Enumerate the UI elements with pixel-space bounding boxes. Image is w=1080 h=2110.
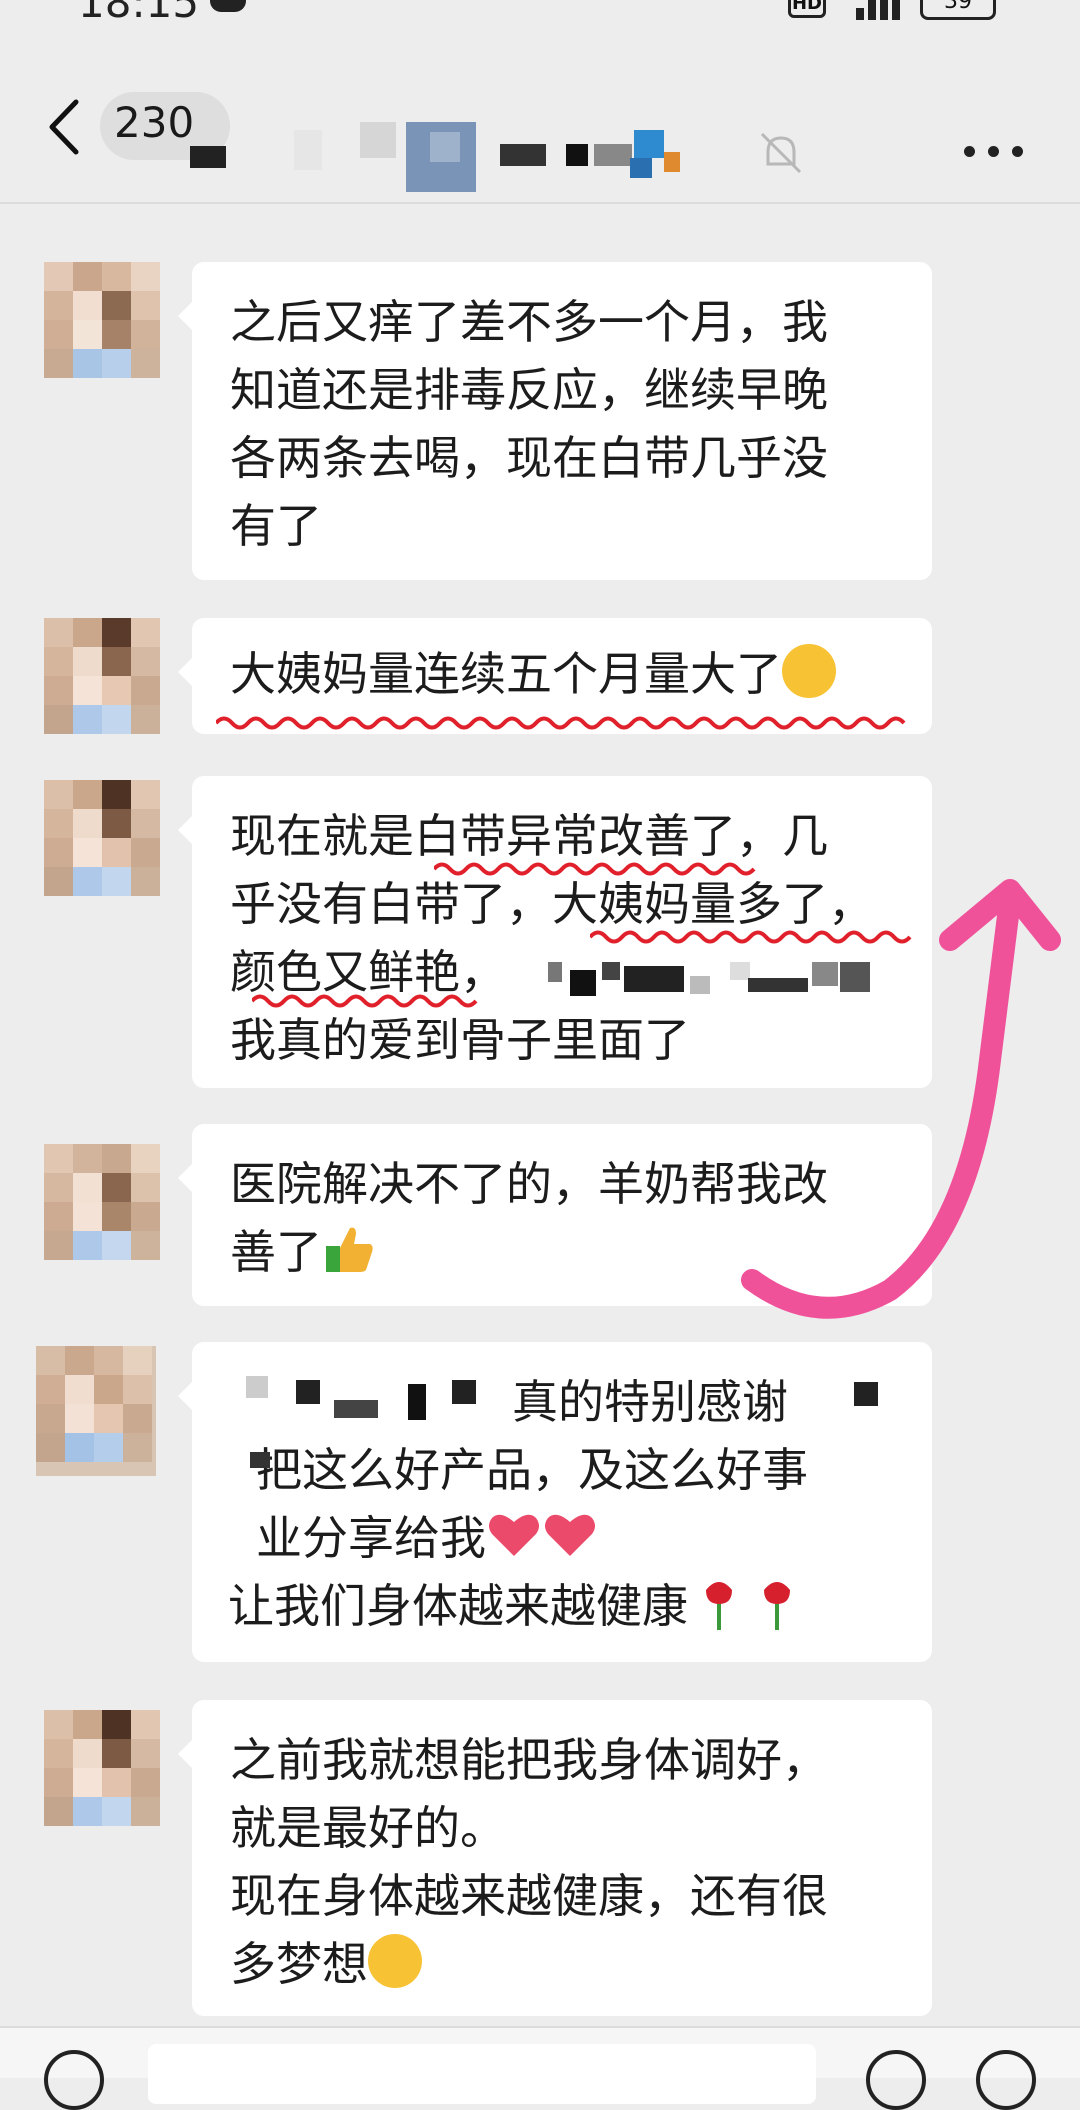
wechat-icon	[210, 0, 246, 12]
message-text: 之前我就想能把我身体调好， 就是最好的。 现在身体越来越健康，还有很 多梦想	[230, 1733, 828, 1991]
underline-squiggle	[252, 994, 478, 1008]
thinking-emoji	[368, 1934, 422, 1988]
message-bubble[interactable]: 之前我就想能把我身体调好， 就是最好的。 现在身体越来越健康，还有很 多梦想	[178, 1700, 932, 2016]
avatar[interactable]	[44, 780, 160, 896]
message-text: 医院解决不了的，羊奶帮我改 善了	[230, 1157, 828, 1279]
avatar[interactable]	[36, 1346, 156, 1476]
underline-squiggle	[590, 930, 912, 944]
title-mosaic	[190, 122, 710, 202]
signal-icon	[856, 0, 906, 20]
message-text: 之后又痒了差不多一个月，我 知道还是排毒反应，继续早晚 各两条去喝，现在白带几乎…	[230, 295, 828, 553]
redacted-text	[850, 1378, 910, 1418]
avatar[interactable]	[44, 618, 160, 734]
message-text: 让我们身体越来越健康	[228, 1579, 688, 1633]
status-bar: 18:15 HD 39	[0, 0, 1080, 30]
avatar[interactable]	[44, 262, 160, 378]
back-button[interactable]	[40, 92, 90, 162]
redacted-text	[236, 1366, 526, 1476]
message-text: 真的特别感谢	[512, 1375, 788, 1429]
input-bar	[0, 2026, 1080, 2110]
back-icon	[49, 99, 79, 155]
voice-icon[interactable]	[44, 2050, 104, 2110]
message-bubble[interactable]: 医院解决不了的，羊奶帮我改 善了	[178, 1124, 932, 1306]
emoji-icon[interactable]	[866, 2050, 926, 2110]
redacted-text	[540, 954, 870, 1014]
mute-icon	[758, 130, 804, 176]
chat-title: 230	[114, 98, 195, 147]
avatar[interactable]	[44, 1144, 160, 1260]
chat-header: 230	[0, 30, 1080, 204]
battery-icon: 39	[920, 0, 996, 20]
heart-emoji	[542, 1510, 598, 1560]
heart-emoji	[486, 1510, 542, 1560]
underline-squiggle	[216, 716, 906, 730]
avatar[interactable]	[44, 1710, 160, 1826]
more-icon	[964, 146, 975, 157]
hands-over-mouth-emoji	[782, 644, 836, 698]
thumbs-up-emoji	[322, 1222, 376, 1276]
message-input[interactable]	[148, 2044, 816, 2104]
hd-icon: HD	[788, 0, 826, 18]
more-button[interactable]	[964, 146, 1024, 162]
underline-squiggle	[434, 862, 756, 876]
battery-level: 39	[944, 0, 972, 14]
message-text: 大姨妈量连续五个月量大了	[230, 647, 782, 701]
status-time: 18:15	[78, 0, 200, 27]
plus-icon[interactable]	[976, 2050, 1036, 2110]
message-text: 我真的爱到骨子里面了	[230, 1013, 690, 1067]
rose-emoji	[754, 1576, 800, 1632]
rose-emoji	[696, 1576, 742, 1632]
message-bubble[interactable]: 之后又痒了差不多一个月，我 知道还是排毒反应，继续早晚 各两条去喝，现在白带几乎…	[178, 262, 932, 580]
